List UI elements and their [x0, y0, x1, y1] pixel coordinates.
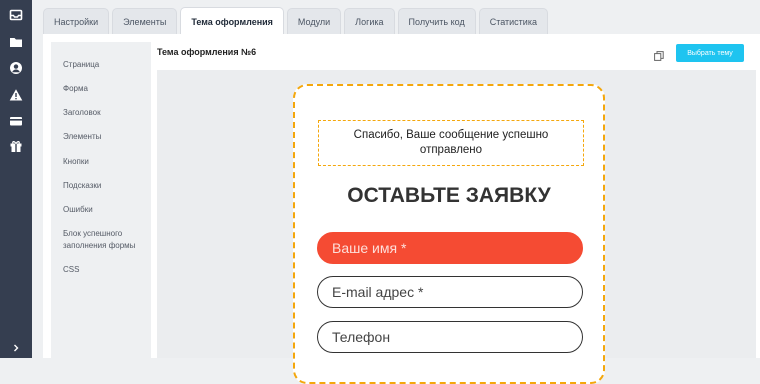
theme-settings-menu: Страница Форма Заголовок Элементы Кнопки… — [51, 42, 151, 358]
gift-icon[interactable] — [9, 139, 23, 153]
tab-statistics[interactable]: Статистика — [478, 8, 548, 34]
folder-icon[interactable] — [9, 35, 23, 49]
tab-settings[interactable]: Настройки — [43, 8, 110, 34]
success-message: Спасибо, Ваше сообщение успешно отправле… — [318, 120, 584, 166]
tab-theme[interactable]: Тема оформления — [180, 7, 284, 35]
tab-bar: Настройки Элементы Тема оформления Модул… — [43, 7, 548, 35]
form-preview: Спасибо, Ваше сообщение успешно отправле… — [157, 70, 756, 384]
tab-modules[interactable]: Модули — [286, 8, 342, 34]
name-field[interactable]: Ваше имя * — [317, 232, 583, 264]
menu-item-hints[interactable]: Подсказки — [63, 180, 147, 192]
user-circle-icon[interactable] — [9, 61, 23, 75]
menu-item-elements[interactable]: Элементы — [63, 131, 147, 143]
phone-field[interactable]: Телефон — [317, 321, 583, 353]
copy-icon[interactable] — [654, 48, 664, 61]
tab-get-code[interactable]: Получить код — [397, 8, 476, 34]
tab-elements[interactable]: Элементы — [112, 8, 178, 34]
menu-item-buttons[interactable]: Кнопки — [63, 156, 147, 168]
form-heading: ОСТАВЬТЕ ЗАЯВКУ — [347, 184, 551, 207]
chevron-right-icon[interactable] — [11, 340, 21, 352]
menu-item-heading[interactable]: Заголовок — [63, 107, 147, 119]
warning-icon[interactable] — [9, 88, 23, 102]
theme-panel: Страница Форма Заголовок Элементы Кнопки… — [43, 34, 760, 384]
left-rail — [0, 0, 32, 358]
menu-item-css[interactable]: CSS — [63, 264, 147, 276]
card-icon[interactable] — [9, 114, 23, 128]
menu-item-form[interactable]: Форма — [63, 83, 147, 95]
menu-item-success-block[interactable]: Блок успешного заполнения формы — [63, 228, 147, 252]
form-card: Спасибо, Ваше сообщение успешно отправле… — [293, 84, 605, 384]
menu-item-errors[interactable]: Ошибки — [63, 204, 147, 216]
menu-item-page[interactable]: Страница — [63, 59, 147, 71]
email-field[interactable]: E-mail адрес * — [317, 276, 583, 308]
theme-title: Тема оформления №6 — [157, 47, 257, 57]
tab-logic[interactable]: Логика — [344, 8, 395, 34]
choose-theme-button[interactable]: Выбрать тему — [676, 44, 744, 62]
inbox-icon[interactable] — [9, 8, 23, 22]
